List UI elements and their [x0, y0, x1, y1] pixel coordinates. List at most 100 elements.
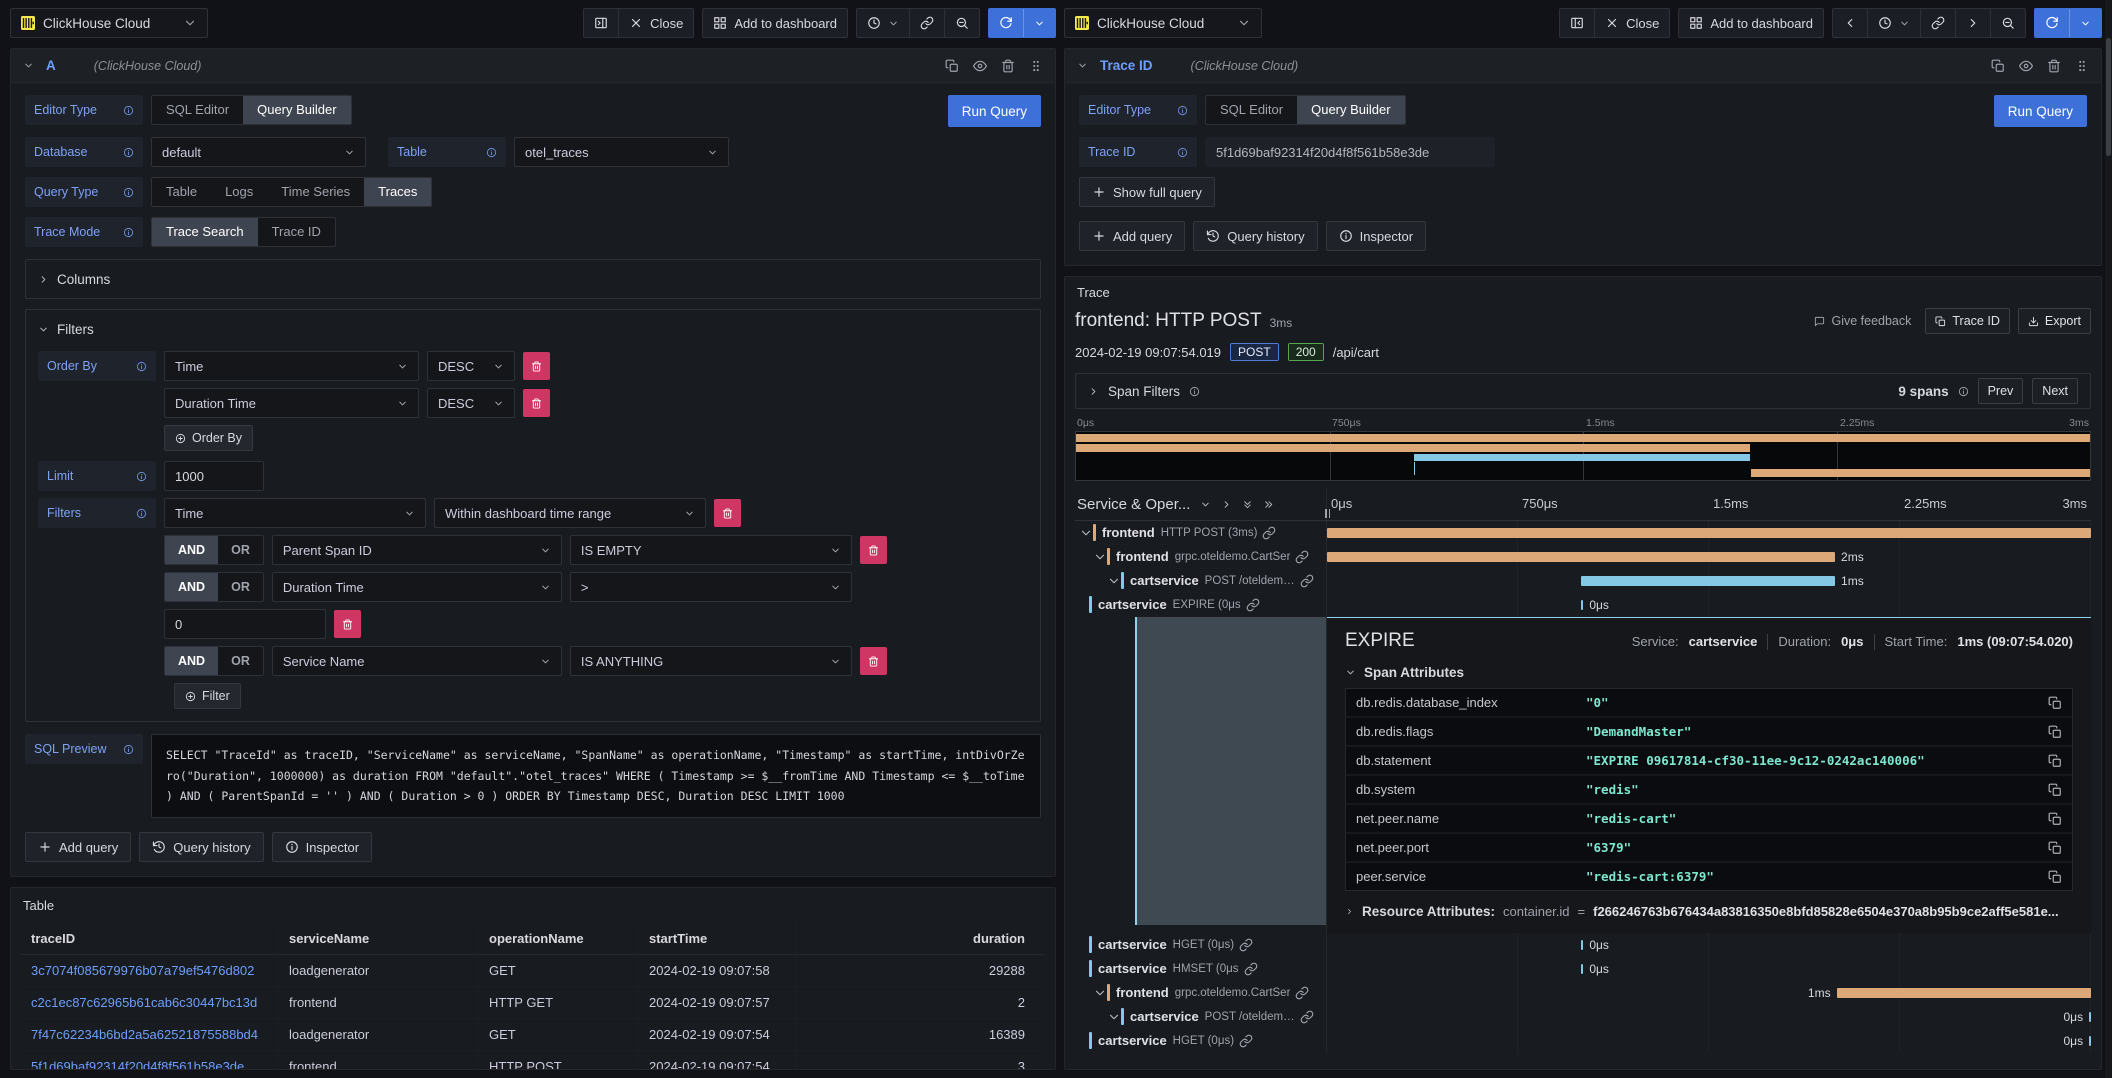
span-bar[interactable] — [1581, 600, 1583, 610]
split-pane-button[interactable] — [1560, 9, 1594, 37]
chevron-down-icon[interactable] — [1093, 986, 1107, 1000]
inspector-button[interactable]: Inspector — [1326, 221, 1426, 251]
span-track[interactable]: 0μs — [1327, 593, 2091, 616]
or-option[interactable]: OR — [218, 536, 263, 564]
expand-all-icon[interactable] — [1263, 499, 1274, 510]
span-filters-title[interactable]: Span Filters — [1108, 384, 1180, 399]
remove-filter-button[interactable] — [714, 499, 741, 527]
refresh-interval-dropdown[interactable] — [2069, 9, 2101, 37]
chevron-down-icon[interactable] — [1093, 550, 1107, 564]
filter-field-select[interactable]: Time — [164, 498, 426, 528]
span-row[interactable]: cartservice HGET (0μs) 0μs — [1075, 933, 2091, 957]
query-type-table[interactable]: Table — [152, 178, 211, 206]
column-header[interactable]: startTime — [639, 923, 797, 955]
order-by-field-select[interactable]: Time — [164, 351, 419, 381]
show-full-query-button[interactable]: Show full query — [1079, 177, 1215, 207]
collapse-all-icon[interactable] — [1242, 499, 1253, 510]
delete-query-icon[interactable] — [1001, 59, 1015, 73]
chevron-right-icon[interactable] — [1088, 386, 1099, 397]
expand-one-icon[interactable] — [1221, 499, 1232, 510]
query-history-button[interactable]: Query history — [1193, 221, 1317, 251]
trace-id-link[interactable]: 3c7074f085679976b07a79ef5476d802 — [21, 955, 279, 987]
or-option[interactable]: OR — [218, 573, 263, 601]
share-link-button[interactable] — [909, 9, 944, 37]
span-link-icon[interactable] — [1262, 526, 1276, 540]
query-type-logs[interactable]: Logs — [211, 178, 267, 206]
span-link-icon[interactable] — [1244, 962, 1258, 976]
filter-field-select[interactable]: Duration Time — [272, 572, 562, 602]
query-type-traces[interactable]: Traces — [364, 178, 431, 206]
columns-section-toggle[interactable]: Columns — [25, 259, 1041, 299]
span-link-icon[interactable] — [1295, 986, 1309, 1000]
add-query-button[interactable]: Add query — [1079, 221, 1185, 251]
drag-handle-icon[interactable] — [2075, 59, 2089, 73]
span-row[interactable]: cartservice HGET (0μs) 0μs — [1075, 1029, 2091, 1053]
trace-mode-id[interactable]: Trace ID — [258, 218, 335, 246]
trace-mode-search[interactable]: Trace Search — [152, 218, 258, 246]
span-track[interactable]: 0μs — [1327, 1029, 2091, 1052]
span-track[interactable]: 2ms — [1327, 545, 2091, 568]
remove-filter-button[interactable] — [860, 536, 887, 564]
time-shift-back-button[interactable] — [1833, 9, 1867, 37]
trace-id-link[interactable]: 5f1d69baf92314f20d4f8f561b58e3de — [21, 1051, 279, 1070]
trace-minimap[interactable]: 0μs 750μs 1.5ms 2.25ms 3ms — [1075, 417, 2091, 481]
collapse-query-icon[interactable] — [1077, 60, 1088, 71]
span-track[interactable] — [1327, 521, 2091, 544]
trace-id-link[interactable]: 7f47c62234b6bd2a5a62521875588bd4 — [21, 1019, 279, 1051]
span-bar[interactable] — [1581, 940, 1583, 950]
column-header[interactable]: serviceName — [279, 923, 479, 955]
span-link-icon[interactable] — [1295, 550, 1309, 564]
run-refresh-button[interactable] — [2035, 9, 2069, 37]
chevron-down-icon[interactable] — [1079, 526, 1093, 540]
span-link-icon[interactable] — [1300, 1010, 1314, 1024]
remove-filter-button[interactable] — [334, 610, 361, 638]
copy-icon[interactable] — [2048, 812, 2062, 826]
span-link-icon[interactable] — [1239, 1034, 1253, 1048]
remove-order-by-button[interactable] — [523, 352, 550, 380]
span-row[interactable]: cartservice EXPIRE (0μs 0μs — [1075, 593, 2091, 617]
split-pane-button[interactable] — [584, 9, 618, 37]
span-link-icon[interactable] — [1246, 598, 1260, 612]
query-type-timeseries[interactable]: Time Series — [267, 178, 364, 206]
next-span-button[interactable]: Next — [2032, 378, 2078, 404]
order-by-dir-select[interactable]: DESC — [427, 388, 515, 418]
span-row[interactable]: frontend grpc.oteldemo.CartSer 2ms — [1075, 545, 2091, 569]
span-row[interactable]: cartservice POST /oteldem… 0μs — [1075, 1005, 2091, 1029]
minimap-canvas[interactable] — [1075, 431, 2091, 481]
drag-handle-icon[interactable] — [1029, 59, 1043, 73]
span-track[interactable]: 1ms — [1327, 569, 2091, 592]
query-history-button[interactable]: Query history — [139, 832, 263, 862]
copy-icon[interactable] — [2048, 870, 2062, 884]
collapse-one-icon[interactable] — [1200, 499, 1211, 510]
scrollbar-thumb[interactable] — [2106, 38, 2111, 156]
prev-span-button[interactable]: Prev — [1978, 378, 2024, 404]
trace-id-input[interactable] — [1205, 137, 1495, 167]
query-header[interactable]: Trace ID (ClickHouse Cloud) — [1065, 49, 2101, 83]
span-attributes-toggle[interactable]: Span Attributes — [1345, 665, 2073, 680]
span-link-icon[interactable] — [1300, 574, 1314, 588]
and-option[interactable]: AND — [165, 536, 218, 564]
add-query-button[interactable]: Add query — [25, 832, 131, 862]
add-filter-button[interactable]: Filter — [174, 683, 241, 709]
remove-order-by-button[interactable] — [523, 389, 550, 417]
filter-field-select[interactable]: Service Name — [272, 646, 562, 676]
order-by-dir-select[interactable]: DESC — [427, 351, 515, 381]
span-link-icon[interactable] — [1239, 938, 1253, 952]
copy-icon[interactable] — [2048, 696, 2062, 710]
span-bar[interactable] — [2089, 1036, 2091, 1046]
zoom-out-button[interactable] — [1990, 9, 2025, 37]
delete-query-icon[interactable] — [2047, 59, 2061, 73]
span-row[interactable]: cartservice POST /oteldem… 1ms — [1075, 569, 2091, 593]
span-track[interactable]: 0μs — [1327, 933, 2091, 956]
filter-operator-select[interactable]: > — [570, 572, 852, 602]
chevron-down-icon[interactable] — [1107, 1010, 1121, 1024]
editor-type-builder[interactable]: Query Builder — [243, 96, 350, 124]
chevron-down-icon[interactable] — [1107, 574, 1121, 588]
run-query-button[interactable]: Run Query — [1994, 95, 2087, 127]
filters-section-toggle[interactable]: Filters — [38, 322, 1028, 337]
editor-type-sql[interactable]: SQL Editor — [152, 96, 243, 124]
page-scrollbar[interactable] — [2105, 0, 2112, 1078]
span-bar[interactable] — [2089, 1012, 2091, 1022]
copy-trace-id-button[interactable]: Trace ID — [1925, 308, 2009, 334]
span-bar[interactable] — [1327, 552, 1835, 562]
